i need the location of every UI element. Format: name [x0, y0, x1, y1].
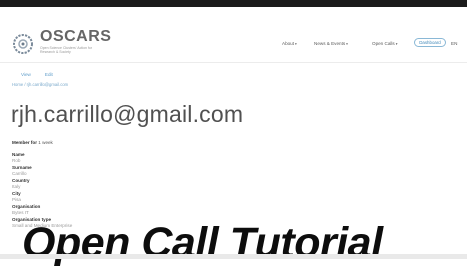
logo-title[interactable]: OSCARS [40, 28, 111, 46]
nav-news-events-label: News & Events [314, 41, 346, 46]
nav-open-calls[interactable]: Open Calls▾ [372, 41, 398, 46]
nav-news-events[interactable]: News & Events▾ [314, 41, 348, 46]
site-header: OSCARS Open Science Clusters' Action for… [0, 7, 467, 63]
member-duration: Member for 1 week [12, 140, 53, 145]
field-country-value: Italy [12, 184, 21, 189]
bottom-bar [0, 254, 467, 259]
logo-subtitle: Open Science Clusters' Action for Resear… [40, 46, 93, 54]
language-switcher[interactable]: EN [451, 41, 457, 46]
nav-about-label: About [282, 41, 295, 46]
dashboard-button[interactable]: Dashboard [414, 38, 446, 47]
field-surname-value: Carrillo [12, 171, 27, 176]
field-name-label: Name [12, 152, 25, 157]
oscars-logo-icon[interactable] [11, 32, 35, 56]
field-name-value: Rob [12, 158, 21, 163]
nav-open-calls-label: Open Calls [372, 41, 395, 46]
field-country-label: Country [12, 178, 30, 183]
page-title: rjh.carrillo@gmail.com [11, 101, 244, 127]
field-organisation-value: Bytes IT [12, 210, 29, 215]
chevron-down-icon: ▾ [295, 42, 297, 46]
field-surname-label: Surname [12, 165, 32, 170]
field-city-label: City [12, 191, 21, 196]
field-organisation-label: Organisation [12, 204, 41, 209]
tab-edit[interactable]: Edit [45, 72, 53, 77]
chevron-down-icon: ▾ [346, 42, 348, 46]
chevron-down-icon: ▾ [395, 42, 398, 46]
nav-about[interactable]: About▾ [282, 41, 297, 46]
tab-view[interactable]: View [21, 72, 31, 77]
member-for-value: 1 week [38, 140, 53, 145]
breadcrumb[interactable]: Home / rjh.carrillo@gmail.com [12, 82, 68, 87]
field-city-value: Pisa [12, 197, 21, 202]
profile-tabs: View Edit [21, 72, 67, 77]
top-dark-bar [0, 0, 467, 7]
member-for-label: Member for [12, 140, 38, 145]
